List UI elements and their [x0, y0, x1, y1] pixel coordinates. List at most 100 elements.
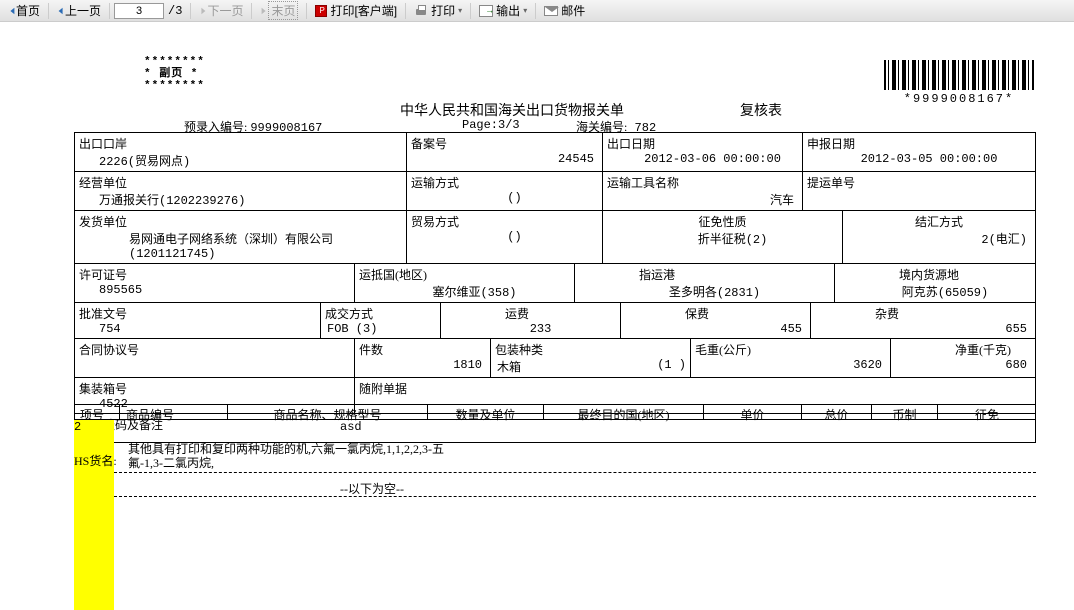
net-wt-label: 净重(千克) [895, 341, 1031, 358]
export-icon [479, 5, 493, 17]
page-total: /3 [164, 4, 186, 18]
first-page-button[interactable]: 首页 [4, 0, 44, 21]
prev-icon [57, 6, 65, 16]
sep [190, 3, 191, 19]
export-date-value: 2012-03-06 00:00:00 [607, 152, 798, 166]
pack-type-label: 包装种类 [495, 341, 686, 358]
mail-label: 邮件 [561, 2, 585, 19]
freight-label: 运费 [445, 305, 616, 322]
pack-type-value: 木箱 [495, 358, 521, 375]
record-no-value: 24545 [411, 152, 598, 166]
gross-wt-value: 3620 [695, 358, 886, 372]
approval-no-value: 754 [79, 322, 316, 336]
col-unit-price: 单价 [704, 405, 802, 419]
export-button[interactable]: 输出 ▾ [475, 0, 531, 21]
transport-tool-value: 汽车 [607, 191, 798, 208]
empty-below-note: --以下为空-- [340, 480, 404, 497]
sep [251, 3, 252, 19]
mail-button[interactable]: 邮件 [540, 0, 589, 21]
sep [306, 3, 307, 19]
trade-mode-value: () [411, 230, 598, 244]
transport-tool-label: 运输工具名称 [607, 174, 798, 191]
toolbar: 首页 上一页 /3 下一页 末页 打印[客户端] 打印 ▾ 输出 ▾ 邮件 [0, 0, 1074, 22]
printer-icon [414, 5, 428, 17]
barcode-bars [884, 60, 1034, 90]
last-label: 末页 [268, 1, 298, 20]
first-icon [8, 6, 16, 16]
misc-fee-label: 杂费 [815, 305, 1031, 322]
export-label: 输出 [496, 2, 520, 19]
barcode-text: *9999008167* [884, 92, 1034, 106]
insurance-value: 455 [625, 322, 806, 336]
approval-no-label: 批准文号 [79, 305, 316, 322]
settle-mode-value: 2(电汇) [847, 230, 1031, 247]
shipper-label: 发货单位 [79, 213, 402, 230]
sep [109, 3, 110, 19]
contract-no-label: 合同协议号 [79, 341, 350, 358]
trade-mode-label: 贸易方式 [411, 213, 598, 230]
hs-description: 其他具有打印和复印两种功能的机,六氟一氯丙烷,1,1,2,2,3-五氟-1,3-… [128, 442, 458, 470]
gross-wt-label: 毛重(公斤) [695, 341, 886, 358]
pack-type-code: (1 ) [657, 358, 686, 375]
last-icon [260, 6, 268, 16]
last-page-button: 末页 [256, 0, 302, 21]
loading-port-label: 指运港 [579, 266, 830, 283]
next-icon [199, 6, 207, 16]
declare-date-label: 申报日期 [807, 135, 1031, 152]
next-label: 下一页 [207, 2, 243, 19]
form-subtitle: 复核表 [740, 100, 782, 120]
settle-mode-label: 结汇方式 [847, 213, 1031, 230]
insurance-label: 保费 [625, 305, 806, 322]
attached-docs-label: 随附单据 [359, 380, 1031, 397]
hs-label: HS货名: [74, 452, 117, 469]
customs-form: 出口口岸 2226(贸易网点) 备案号 24545 出口日期 2012-03-0… [74, 132, 1036, 443]
sep [405, 3, 406, 19]
yellow-highlight [74, 420, 114, 610]
bill-no-label: 提运单号 [807, 174, 1031, 191]
domestic-src-value: 阿克苏(65059) [839, 283, 1031, 300]
license-no-value: 895565 [79, 283, 350, 297]
levy-nature-label: 征免性质 [607, 213, 838, 230]
sep [48, 3, 49, 19]
print-client-button[interactable]: 打印[客户端] [311, 0, 401, 21]
page-indicator: Page:3/3 [462, 118, 520, 132]
dash-line-2 [114, 496, 1036, 497]
operator-label: 经营单位 [79, 174, 402, 191]
deal-mode-label: 成交方式 [325, 305, 436, 322]
detail-header-row: 项号 商品编号 商品名称、规格型号 数量及单位 最终目的国(地区) 单价 总价 … [74, 404, 1036, 420]
export-port-value: 2226(贸易网点) [79, 152, 402, 169]
print-label: 打印 [431, 2, 455, 19]
prev-label: 上一页 [65, 2, 101, 19]
col-commodity-no: 商品编号 [120, 405, 228, 419]
col-qty-unit: 数量及单位 [428, 405, 544, 419]
domestic-src-label: 境内货源地 [839, 266, 1031, 283]
mail-icon [544, 6, 558, 16]
misc-fee-value: 655 [815, 322, 1031, 336]
prev-page-button[interactable]: 上一页 [53, 0, 105, 21]
col-item-no: 项号 [74, 405, 120, 419]
pdf-icon [315, 5, 327, 17]
row-4: 许可证号 895565 运抵国(地区) 塞尔维亚(358) 指运港 圣多明各(2… [75, 264, 1035, 303]
item-no: 2 [74, 420, 81, 434]
chevron-down-icon: ▾ [458, 6, 462, 15]
sep [535, 3, 536, 19]
net-wt-value: 680 [895, 358, 1031, 372]
loading-port-value: 圣多明各(2831) [579, 283, 830, 300]
export-port-label: 出口口岸 [79, 135, 402, 152]
page-input[interactable] [114, 3, 164, 19]
shipper-value-2: (1201121745) [79, 247, 402, 261]
transport-mode-value: () [411, 191, 598, 205]
row-5: 批准文号 754 成交方式 FOB (3) 运费 233 保费 455 杂费 6… [75, 303, 1035, 339]
print-button[interactable]: 打印 ▾ [410, 0, 466, 21]
next-page-button: 下一页 [195, 0, 247, 21]
levy-nature-value: 折半征税(2) [607, 230, 838, 247]
shipper-value-1: 易网通电子网络系统（深圳）有限公司 [79, 230, 402, 247]
arrival-country-label: 运抵国(地区) [359, 266, 570, 283]
arrival-country-value: 塞尔维亚(358) [359, 283, 570, 300]
sub-page-marker: ******** * 副页 * ******** [144, 56, 205, 92]
pieces-label: 件数 [359, 341, 486, 358]
row-3: 发货单位 易网通电子网络系统（深圳）有限公司 (1201121745) 贸易方式… [75, 211, 1035, 264]
col-commodity-name: 商品名称、规格型号 [228, 405, 428, 419]
export-date-label: 出口日期 [607, 135, 798, 152]
row-2: 经营单位 万通报关行(1202239276) 运输方式 () 运输工具名称 汽车… [75, 172, 1035, 211]
